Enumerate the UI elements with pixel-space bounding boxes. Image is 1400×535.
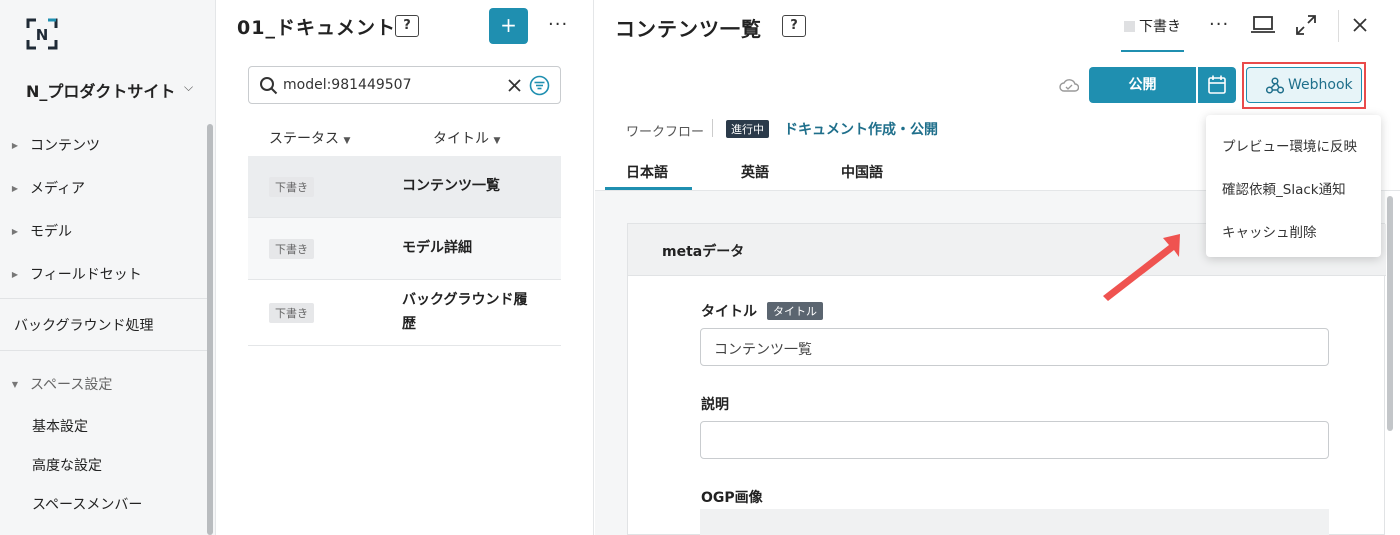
divider <box>712 119 713 137</box>
content-detail-panel: コンテンツ一覧 ? 下書き ··· 公開 Webhook ワークフロー 進行中 … <box>595 0 1400 535</box>
status-badge: 下書き <box>269 239 314 259</box>
help-icon[interactable]: ? <box>782 15 806 37</box>
section-title: metaデータ <box>662 244 745 260</box>
caret-right-icon: ▶ <box>11 226 19 236</box>
table-row[interactable]: 下書き モデル詳細 <box>248 218 561 280</box>
row-title-line: 歴 <box>402 316 416 332</box>
content-list-panel: 01_ドキュメント ? + ··· model:981449507 ステータス … <box>216 0 594 535</box>
field-label-description: 説明 <box>701 397 729 413</box>
site-name[interactable]: N_プロダクトサイト <box>26 78 175 102</box>
workflow-label: ワークフロー <box>626 125 705 140</box>
sidebar-scrollbar[interactable] <box>207 124 213 535</box>
title-field[interactable]: コンテンツ一覧 <box>700 328 1329 366</box>
sidebar-item-space-members[interactable]: スペースメンバー <box>32 494 142 514</box>
menu-item-preview[interactable]: プレビュー環境に反映 <box>1222 135 1357 155</box>
caret-down-icon: ▼ <box>11 379 19 389</box>
sidebar-item-label: メディア <box>30 181 86 197</box>
status-badge: 下書き <box>269 303 314 323</box>
workflow-name-link[interactable]: ドキュメント作成・公開 <box>784 119 938 139</box>
tab-japanese[interactable]: 日本語 <box>626 162 668 182</box>
publish-button[interactable]: 公開 <box>1089 67 1196 103</box>
caret-down-icon: ▼ <box>493 136 501 146</box>
sidebar-item-label: コンテンツ <box>30 138 100 154</box>
table-row[interactable]: 下書き バックグラウンド履歴 <box>248 280 561 346</box>
menu-item-slack-review[interactable]: 確認依頼_Slack通知 <box>1222 178 1346 198</box>
caret-right-icon: ▶ <box>11 183 19 193</box>
add-content-button[interactable]: + <box>489 8 528 44</box>
sidebar: N N_プロダクトサイト ⌵ ▶ コンテンツ ▶ メディア ▶ モデル ▶ フィールドセ… <box>0 0 216 535</box>
tab-draft[interactable]: 下書き <box>1121 12 1184 52</box>
search-value: model:981449507 <box>283 77 412 93</box>
laptop-preview-icon[interactable] <box>1251 16 1275 34</box>
workflow-status-badge: 進行中 <box>726 120 769 138</box>
draft-status-icon <box>1124 21 1135 32</box>
help-icon[interactable]: ? <box>395 15 419 37</box>
sidebar-item-contents[interactable]: ▶ コンテンツ <box>0 125 210 165</box>
row-title: バックグラウンド履歴 <box>402 288 527 336</box>
field-tag: タイトル <box>767 302 823 320</box>
table-row[interactable]: 下書き コンテンツ一覧 <box>248 156 561 218</box>
webhook-button[interactable]: Webhook <box>1246 67 1362 103</box>
divider <box>0 350 210 351</box>
svg-text:N: N <box>36 26 49 44</box>
tab-chinese[interactable]: 中国語 <box>841 162 883 182</box>
cloud-sync-icon <box>1059 79 1079 92</box>
column-header-status[interactable]: ステータス ▼ <box>269 128 350 148</box>
search-input[interactable]: model:981449507 <box>248 66 561 104</box>
row-title-line: バックグラウンド履 <box>402 292 528 308</box>
schedule-button[interactable] <box>1198 67 1236 103</box>
tab-english[interactable]: 英語 <box>741 162 769 182</box>
expand-icon[interactable] <box>1295 14 1317 36</box>
divider <box>1338 10 1339 42</box>
webhook-icon <box>1266 77 1284 94</box>
caret-right-icon: ▶ <box>11 269 19 279</box>
caret-right-icon: ▶ <box>11 140 19 150</box>
sidebar-item-basic-settings[interactable]: 基本設定 <box>32 416 88 436</box>
column-header-label: ステータス <box>269 131 339 147</box>
sidebar-group-label: スペース設定 <box>30 377 113 393</box>
more-options-icon[interactable]: ··· <box>548 14 568 35</box>
status-badge: 下書き <box>269 177 314 197</box>
tab-label: 下書き <box>1139 19 1181 35</box>
more-options-icon[interactable]: ··· <box>1209 14 1229 35</box>
sidebar-item-fieldsets[interactable]: ▶ フィールドセット <box>0 254 210 294</box>
field-label-ogp: OGP画像 <box>701 490 763 506</box>
calendar-icon <box>1208 75 1226 94</box>
column-header-title[interactable]: タイトル ▼ <box>433 128 500 148</box>
sidebar-group-space-settings[interactable]: ▼ スペース設定 <box>0 369 112 399</box>
menu-item-clear-cache[interactable]: キャッシュ削除 <box>1222 221 1317 241</box>
sidebar-item-models[interactable]: ▶ モデル <box>0 211 210 251</box>
description-field[interactable] <box>700 421 1329 459</box>
sidebar-item-label: モデル <box>30 224 72 240</box>
row-title: コンテンツ一覧 <box>402 178 500 194</box>
field-label-title: タイトル <box>701 304 757 320</box>
caret-down-icon: ▼ <box>343 136 351 146</box>
sidebar-item-media[interactable]: ▶ メディア <box>0 168 210 208</box>
close-icon[interactable] <box>1353 18 1367 32</box>
webhook-menu: プレビュー環境に反映 確認依頼_Slack通知 キャッシュ削除 <box>1206 115 1381 257</box>
search-icon <box>260 77 278 95</box>
filter-icon[interactable] <box>529 75 550 96</box>
sidebar-item-background[interactable]: バックグラウンド処理 <box>14 315 153 335</box>
logo-icon[interactable]: N <box>26 18 58 50</box>
chevron-down-icon[interactable]: ⌵ <box>184 80 193 95</box>
ogp-image-upload[interactable] <box>700 509 1329 535</box>
sidebar-item-label: フィールドセット <box>30 267 142 283</box>
column-header-label: タイトル <box>433 131 489 147</box>
row-title: モデル詳細 <box>402 240 472 256</box>
divider <box>0 298 210 299</box>
clear-icon[interactable] <box>507 78 522 93</box>
list-title: 01_ドキュメント <box>237 17 396 39</box>
detail-scrollbar[interactable] <box>1387 196 1393 431</box>
sidebar-item-advanced-settings[interactable]: 高度な設定 <box>32 455 102 475</box>
annotation-arrow-icon <box>1103 234 1180 301</box>
webhook-label: Webhook <box>1288 77 1353 93</box>
page-title: コンテンツ一覧 <box>615 17 762 41</box>
